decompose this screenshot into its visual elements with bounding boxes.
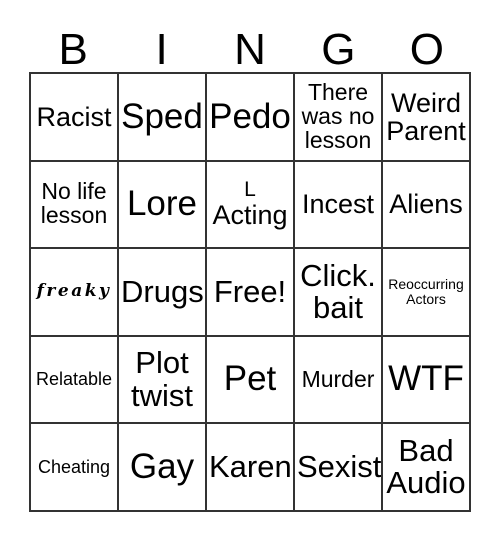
bingo-cell-label: Cheating xyxy=(37,456,111,477)
bingo-header-letter-1: B xyxy=(58,25,88,74)
bingo-cell-r2c5[interactable]: Aliens xyxy=(383,161,471,250)
bingo-cell-r2c4[interactable]: Incest xyxy=(295,161,383,250)
bingo-header-letter-2: I xyxy=(155,25,168,74)
bingo-grid: Racist Sped Pedo There was no lesson Weird P… xyxy=(29,72,471,512)
bingo-cell-r4c3[interactable]: Pet xyxy=(207,336,295,425)
bingo-cell-r5c1[interactable]: Cheating xyxy=(31,424,119,512)
bingo-cell-label: Reoccurring Actors xyxy=(388,276,464,307)
bingo-cell-r1c5[interactable]: Weird Parent xyxy=(383,74,471,162)
bingo-cell-r4c5[interactable]: WTF xyxy=(383,336,471,425)
bingo-cell-r5c2[interactable]: Gay xyxy=(119,424,207,512)
bingo-cell-label: Sexist xyxy=(297,449,382,485)
bingo-cell-label: There was no lesson xyxy=(301,78,375,153)
bingo-cell-label: freaky xyxy=(36,281,112,302)
bingo-cell-label: Free! xyxy=(213,273,287,309)
bingo-cell-label: Murder xyxy=(301,365,375,392)
bingo-cell-label: Weird Parent xyxy=(386,87,466,146)
bingo-cell-r3c1[interactable]: freaky xyxy=(31,249,119,337)
bingo-cell-r5c4[interactable]: Sexist xyxy=(295,424,383,512)
bingo-header-letter-3: N xyxy=(234,25,266,74)
bingo-cell-r2c1[interactable]: No life lesson xyxy=(31,161,119,250)
bingo-cell-r1c3[interactable]: Pedo xyxy=(207,74,295,162)
bingo-cell-label: Relatable xyxy=(35,369,113,390)
bingo-cell-r3c2[interactable]: Drugs xyxy=(119,249,207,337)
bingo-cell-r3c5[interactable]: Reoccurring Actors xyxy=(383,249,471,337)
bingo-cell-label: Drugs xyxy=(121,273,204,309)
bingo-cell-label: Karen xyxy=(209,449,292,485)
bingo-cell-label: Plot twist xyxy=(131,345,193,413)
bingo-cell-label-line-1: L xyxy=(244,178,256,202)
bingo-cell-r3c3[interactable]: Free! xyxy=(207,249,295,337)
bingo-cell-label: Racist xyxy=(36,101,112,132)
bingo-cell-r1c1[interactable]: Racist xyxy=(31,74,119,162)
bingo-cell-label: Pedo xyxy=(209,96,291,136)
bingo-cell-r4c1[interactable]: Relatable xyxy=(31,336,119,425)
bingo-cell-r1c2[interactable]: Sped xyxy=(119,74,207,162)
bingo-cell-label: Pet xyxy=(223,359,277,399)
bingo-cell-label: No life lesson xyxy=(40,178,108,229)
bingo-cell-label: WTF xyxy=(388,359,464,399)
bingo-cell-r5c5[interactable]: Bad Audio xyxy=(383,424,471,512)
bingo-cell-r4c2[interactable]: Plot twist xyxy=(119,336,207,425)
bingo-cell-r4c4[interactable]: Murder xyxy=(295,336,383,425)
bingo-card: BINGO Racist Sped Pedo There was no lesson W… xyxy=(0,0,500,544)
bingo-cell-r2c2[interactable]: Lore xyxy=(119,161,207,250)
bingo-cell-r3c4[interactable]: Click. bait xyxy=(295,249,383,337)
bingo-cell-label: Gay xyxy=(129,446,195,486)
bingo-cell-r1c4[interactable]: There was no lesson xyxy=(295,74,383,162)
bingo-cell-label: Click. bait xyxy=(300,257,376,325)
bingo-header-letter-4: G xyxy=(321,25,356,74)
bingo-cell-label: Incest xyxy=(301,189,375,220)
bingo-cell-label: Lore xyxy=(126,184,198,224)
bingo-cell-r2c3[interactable]: L Acting xyxy=(207,161,295,250)
bingo-cell-label: Aliens xyxy=(389,189,463,220)
bingo-header-row: BINGO xyxy=(29,14,471,72)
bingo-cell-label: Bad Audio xyxy=(386,432,466,501)
bingo-cell-label: L Acting xyxy=(209,179,291,229)
bingo-cell-label-line-2: Acting xyxy=(212,200,288,231)
bingo-cell-label: Sped xyxy=(121,96,203,136)
bingo-cell-r5c3[interactable]: Karen xyxy=(207,424,295,512)
bingo-header-letter-5: O xyxy=(409,25,444,74)
